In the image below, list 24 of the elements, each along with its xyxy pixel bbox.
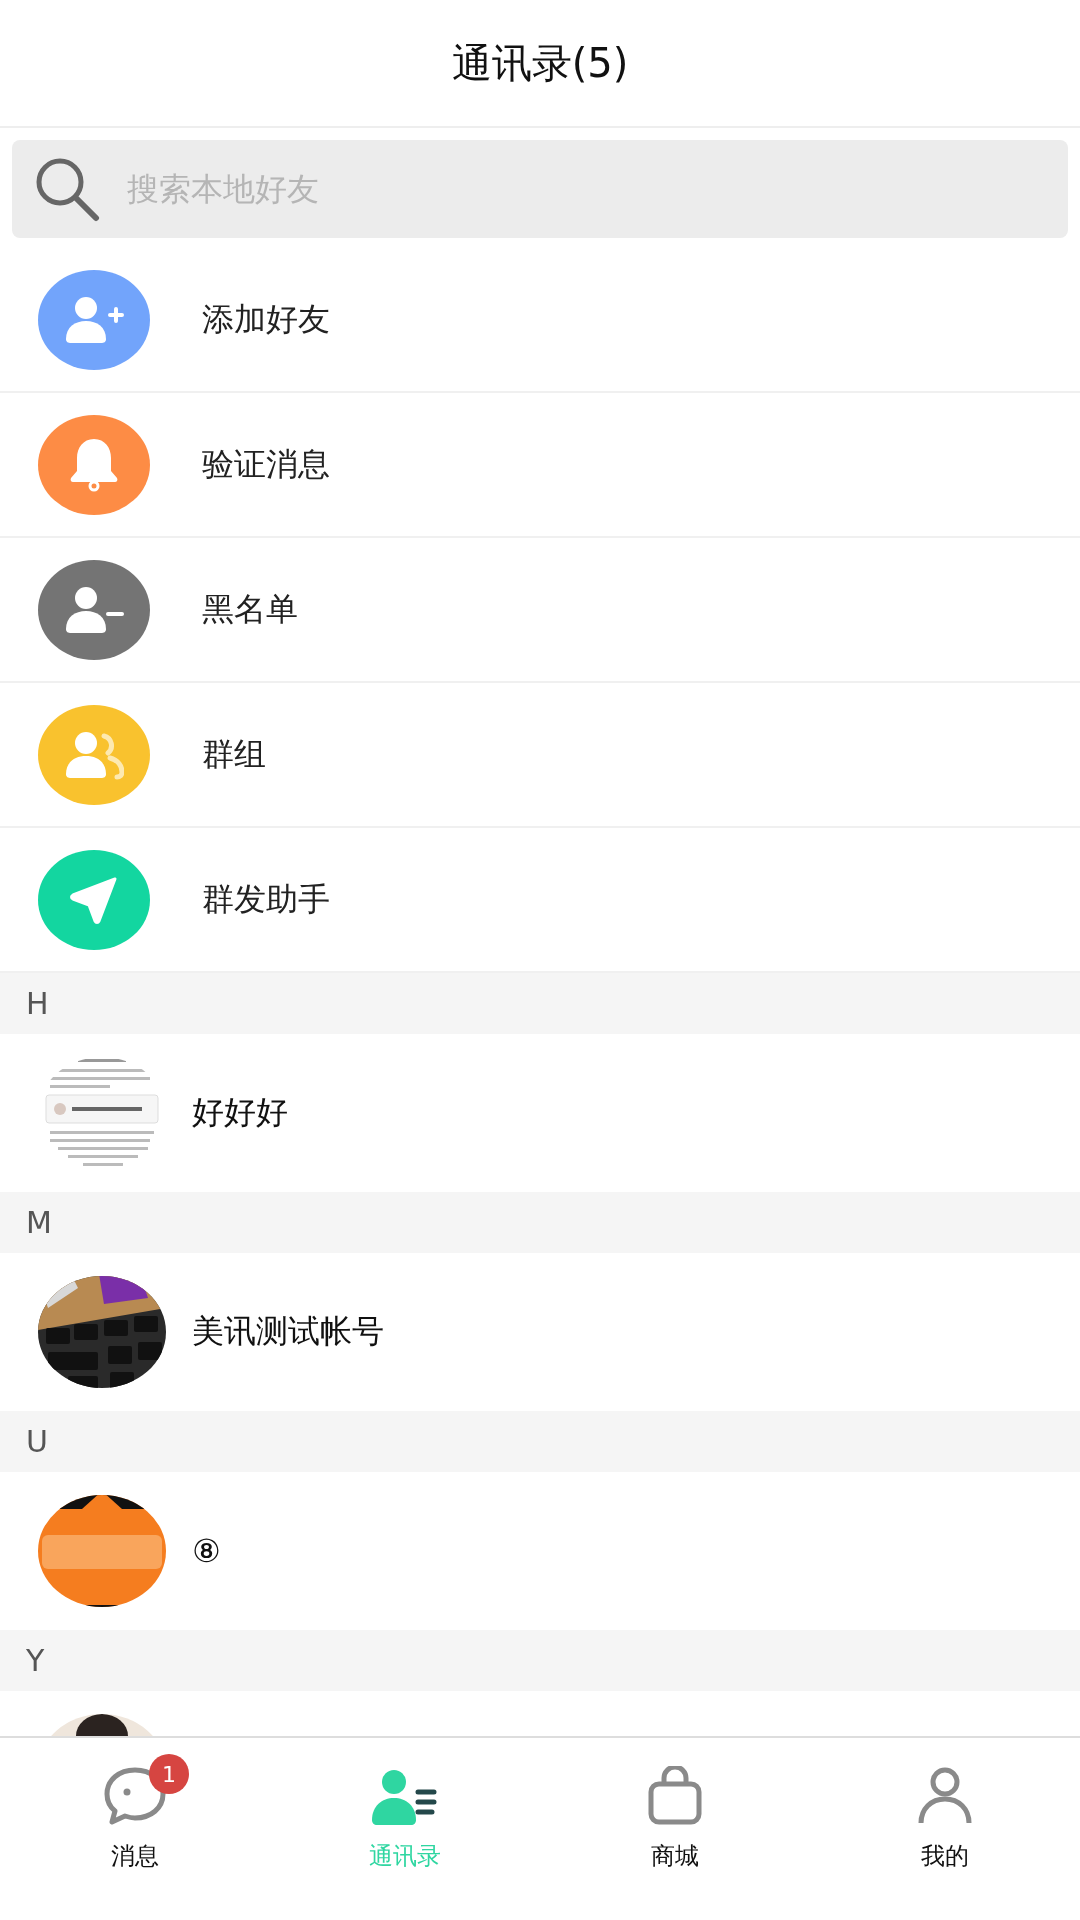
remove-person-icon [64,584,124,635]
group-icon [64,729,124,780]
section-letter: H [26,986,49,1021]
tab[interactable]: 商城 [540,1738,810,1920]
contact-name[interactable]: 好好好 [192,1091,288,1135]
add-person-icon [64,294,124,345]
contact-name[interactable]: 美讯测试帐号 [192,1310,384,1354]
section-letter: Y [26,1643,45,1678]
menu-item[interactable]: 黑名单 [0,538,1080,683]
bag-icon[interactable] [646,1766,704,1826]
tab[interactable]: 我的 [810,1738,1080,1920]
section-letter: M [26,1205,52,1240]
section-letter: U [26,1424,48,1459]
person-icon[interactable] [917,1766,973,1826]
page-title: 通讯录(5) [451,38,629,88]
menu-item[interactable]: 群组 [0,683,1080,828]
contact-name[interactable]: ⑧ [192,1532,221,1570]
bell-icon [69,436,119,493]
menu-item[interactable]: 添加好友 [0,248,1080,393]
menu-item[interactable]: 验证消息 [0,393,1080,538]
contacts-icon[interactable] [372,1768,438,1826]
unread-badge: 1 [149,1754,189,1794]
search-icon [34,156,100,222]
tab[interactable]: 1 消息 [0,1738,270,1920]
